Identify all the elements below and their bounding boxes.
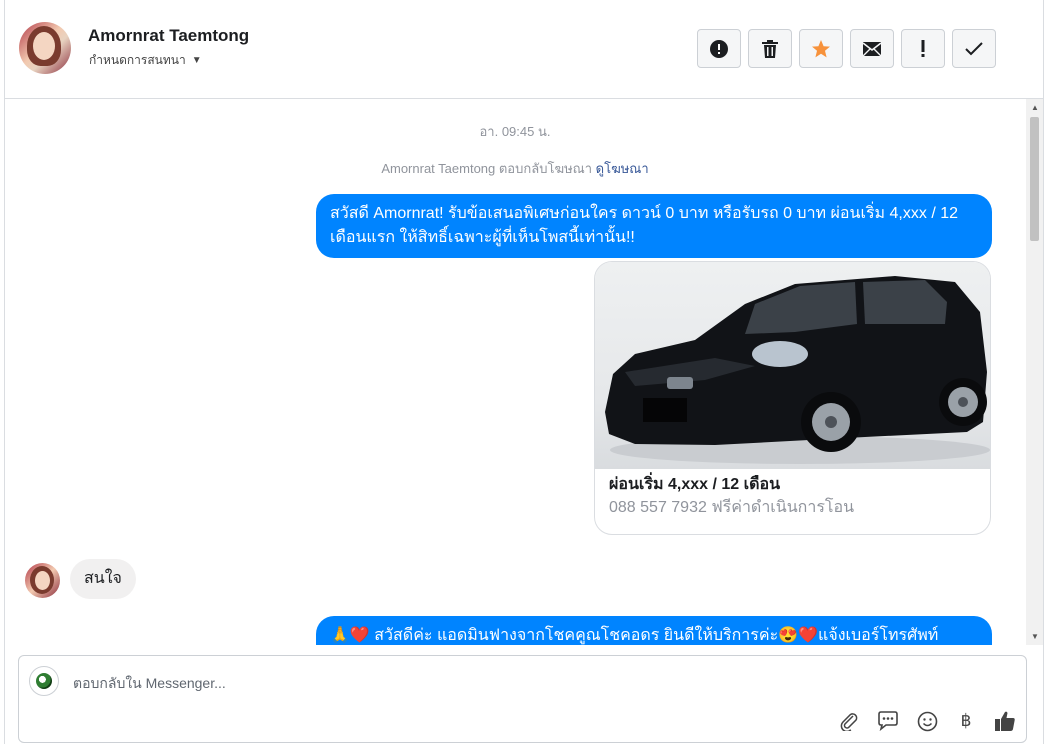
header-actions xyxy=(697,29,996,68)
assign-conversation-dropdown[interactable]: กำหนดการสนทนา ▼ xyxy=(89,51,202,70)
envelope-icon xyxy=(862,41,882,56)
reply-input[interactable]: ตอบกลับใน Messenger... xyxy=(73,673,226,695)
car-image xyxy=(595,262,990,469)
page-logo-avatar xyxy=(29,666,59,696)
star-icon xyxy=(812,39,830,57)
outgoing-message[interactable]: 🙏❤️ สวัสดีค่ะ แอดมินฟางจากโชคคูณโชคอดร ย… xyxy=(316,616,992,645)
smiley-icon[interactable] xyxy=(916,710,938,732)
chat-bubble-icon[interactable] xyxy=(877,710,899,732)
star-button[interactable] xyxy=(799,29,843,68)
scrollbar-thumb[interactable] xyxy=(1030,117,1039,241)
scroll-up-arrow-icon[interactable]: ▲ xyxy=(1031,103,1039,112)
conversation-header: Amornrat Taemtong กำหนดการสนทนา ▼ xyxy=(5,0,1043,99)
ad-card-title: ผ่อนเริ่ม 4,xxx / 12 เดือน xyxy=(609,476,780,493)
ad-card[interactable]: ผ่อนเริ่ม 4,xxx / 12 เดือน 088 557 7932 … xyxy=(594,261,991,535)
message-timestamp: อา. 09:45 น. xyxy=(479,124,551,139)
thread-scrollbar[interactable]: ▲ ▼ xyxy=(1026,99,1043,645)
check-icon xyxy=(965,41,983,55)
contact-avatar[interactable] xyxy=(19,22,71,74)
caret-down-icon: ▼ xyxy=(191,55,202,66)
delete-button[interactable] xyxy=(748,29,792,68)
baht-icon[interactable]: ฿ xyxy=(955,710,977,732)
ad-reply-note: Amornrat Taemtong ตอบกลับโฆษณา ดูโฆษณา xyxy=(5,158,1025,179)
inbox-conversation-panel: Amornrat Taemtong กำหนดการสนทนา ▼ อา. 09… xyxy=(4,0,1044,744)
follow-up-button[interactable] xyxy=(901,29,945,68)
composer-tools: ฿ xyxy=(838,710,1016,732)
mark-spam-button[interactable] xyxy=(697,29,741,68)
mark-done-button[interactable] xyxy=(952,29,996,68)
mark-unread-button[interactable] xyxy=(850,29,894,68)
message-thread[interactable]: อา. 09:45 น. Amornrat Taemtong ตอบกลับโฆ… xyxy=(5,99,1025,645)
outgoing-message[interactable]: สวัสดี Amornrat! รับข้อเสนอพิเศษก่อนใคร … xyxy=(316,194,992,258)
trash-icon xyxy=(762,39,778,58)
incoming-message[interactable]: สนใจ xyxy=(70,559,136,599)
contact-avatar-small xyxy=(25,563,60,598)
ad-card-subtitle: 088 557 7932 ฟรีค่าดำเนินการโอน xyxy=(609,499,855,516)
ad-reply-text: Amornrat Taemtong ตอบกลับโฆษณา xyxy=(381,161,593,176)
contact-name[interactable]: Amornrat Taemtong xyxy=(88,26,249,46)
paperclip-icon[interactable] xyxy=(838,710,860,732)
alert-circle-icon xyxy=(710,39,728,58)
view-ad-link[interactable]: ดูโฆษณา xyxy=(596,161,649,176)
assign-conversation-label: กำหนดการสนทนา xyxy=(89,53,186,67)
thumbs-up-icon[interactable] xyxy=(994,710,1016,732)
exclamation-icon xyxy=(921,39,925,57)
reply-composer[interactable]: ตอบกลับใน Messenger... ฿ xyxy=(18,655,1027,743)
scroll-down-arrow-icon[interactable]: ▼ xyxy=(1031,632,1039,641)
